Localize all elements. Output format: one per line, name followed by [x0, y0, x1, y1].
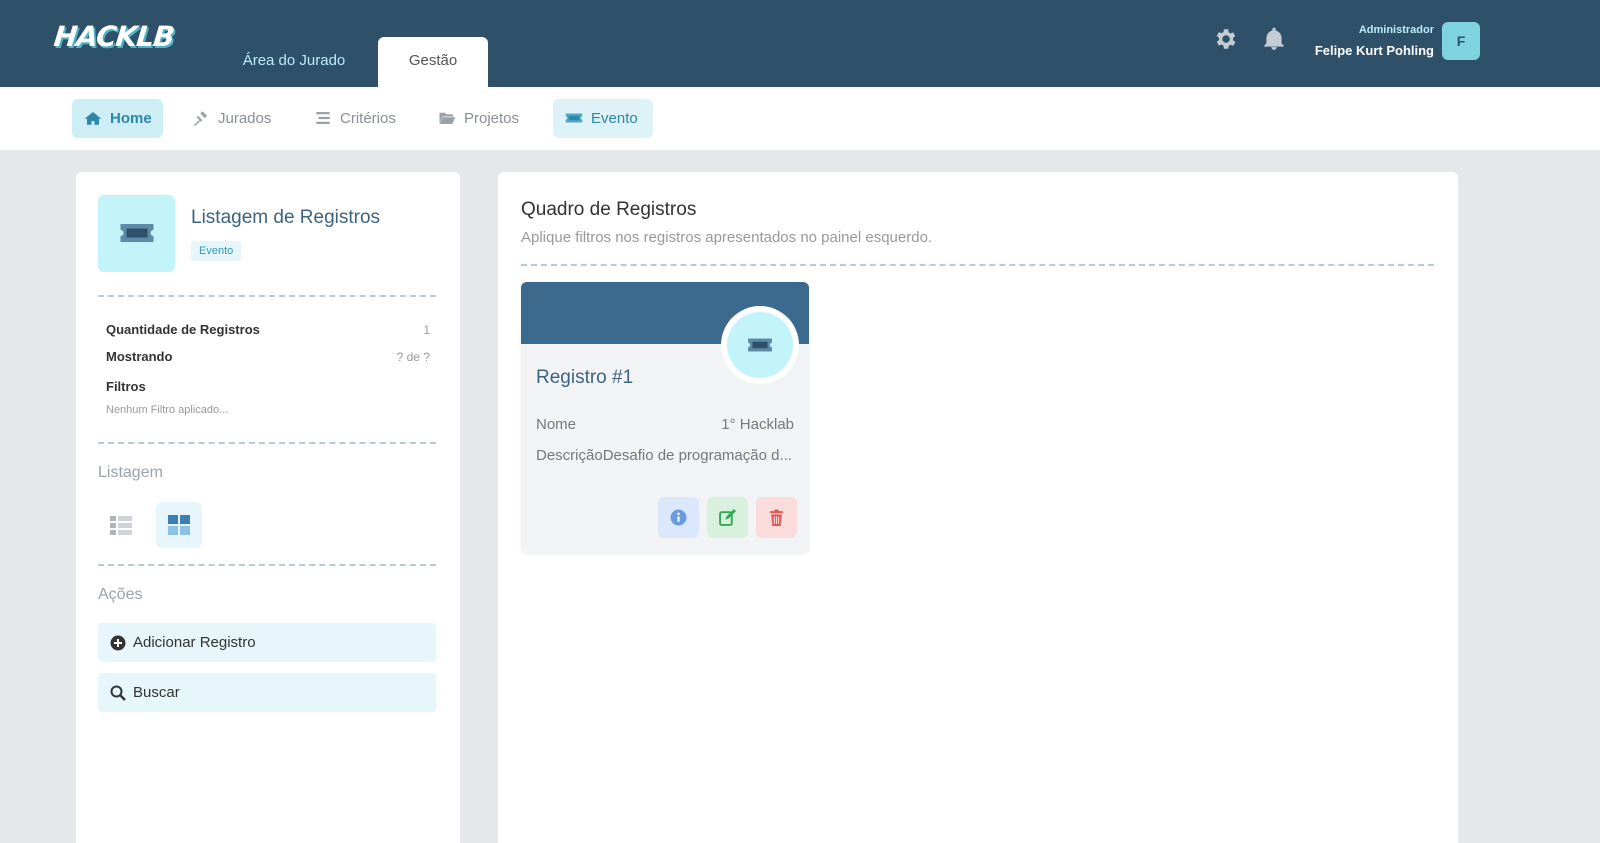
filters-value: Nenhum Filtro aplicado...: [106, 404, 229, 416]
nav-label-jurados: Jurados: [218, 110, 272, 127]
tab-gestao[interactable]: Gestão: [378, 37, 488, 87]
plus-circle-icon: [110, 635, 126, 651]
nav-label-evento: Evento: [591, 110, 638, 127]
divider: [98, 564, 436, 566]
nav-item-projetos[interactable]: Projetos: [426, 99, 540, 138]
nav-item-home[interactable]: Home: [72, 99, 163, 138]
app-logo[interactable]: HACKLB: [52, 20, 175, 53]
nav-label-home: Home: [110, 110, 152, 127]
grid-view-button[interactable]: [156, 502, 202, 548]
showing-value: ? de ?: [396, 350, 430, 364]
divider: [98, 442, 436, 444]
trash-icon: [770, 509, 783, 526]
home-icon: [84, 112, 102, 125]
edit-button[interactable]: [707, 497, 748, 538]
search-icon: [110, 685, 126, 701]
nav-label-projetos: Projetos: [464, 110, 520, 127]
folder-open-icon: [439, 112, 456, 124]
description-row: DescriçãoDesafio de programação d...: [536, 447, 794, 464]
sub-navigation: Home Jurados Critérios Projetos Evento: [0, 87, 1600, 150]
category-badge: Evento: [191, 241, 242, 261]
panel-title: Listagem de Registros: [191, 207, 381, 228]
count-label: Quantidade de Registros: [106, 322, 260, 337]
count-value: 1: [423, 323, 430, 337]
board-subtitle: Aplique filtros nos registros apresentad…: [521, 229, 933, 246]
tab-area-do-jurado[interactable]: Área do Jurado: [228, 37, 360, 87]
add-record-button[interactable]: Adicionar Registro: [98, 623, 436, 662]
description-label: Descrição: [536, 447, 603, 464]
edit-icon: [719, 509, 736, 526]
search-button[interactable]: Buscar: [98, 673, 436, 712]
delete-button[interactable]: [756, 497, 797, 538]
board-title: Quadro de Registros: [521, 199, 697, 220]
actions-heading: Ações: [98, 586, 143, 603]
ticket-icon: [565, 113, 583, 123]
top-header: HACKLB Área do Jurado Gestão Administrad…: [0, 0, 1600, 87]
record-card[interactable]: Registro #1 Nome 1° Hacklab DescriçãoDes…: [521, 282, 809, 553]
user-name: Felipe Kurt Pohling: [1314, 43, 1434, 58]
showing-label: Mostrando: [106, 349, 173, 364]
info-button[interactable]: [658, 497, 699, 538]
name-value: 1° Hacklab: [721, 416, 794, 433]
left-panel: Listagem de Registros Evento Quantidade …: [76, 172, 460, 843]
nav-item-criterios[interactable]: Critérios: [302, 99, 414, 138]
ticket-icon: [727, 312, 793, 378]
ticket-icon: [98, 195, 175, 272]
nav-item-jurados[interactable]: Jurados: [180, 99, 284, 138]
records-board: Quadro de Registros Aplique filtros nos …: [498, 172, 1458, 843]
nav-item-evento[interactable]: Evento: [553, 99, 653, 138]
divider: [98, 295, 436, 297]
name-label: Nome: [536, 416, 577, 433]
avatar[interactable]: F: [1442, 22, 1480, 60]
bell-icon[interactable]: [1261, 26, 1287, 52]
list-icon: [316, 112, 330, 124]
nav-label-criterios: Critérios: [340, 110, 396, 127]
list-view-icon: [110, 516, 132, 535]
search-label: Buscar: [133, 684, 180, 701]
user-role: Administrador: [1358, 24, 1434, 36]
listing-heading: Listagem: [98, 464, 163, 481]
gavel-icon: [193, 111, 207, 126]
gear-icon[interactable]: [1212, 26, 1238, 52]
list-view-button[interactable]: [98, 502, 144, 548]
grid-view-icon: [168, 515, 190, 535]
add-record-label: Adicionar Registro: [133, 634, 256, 651]
description-value: Desafio de programação d...: [602, 447, 792, 464]
card-title: Registro #1: [536, 367, 634, 388]
info-icon: [670, 509, 687, 526]
filters-label: Filtros: [106, 379, 146, 394]
divider: [521, 264, 1434, 266]
